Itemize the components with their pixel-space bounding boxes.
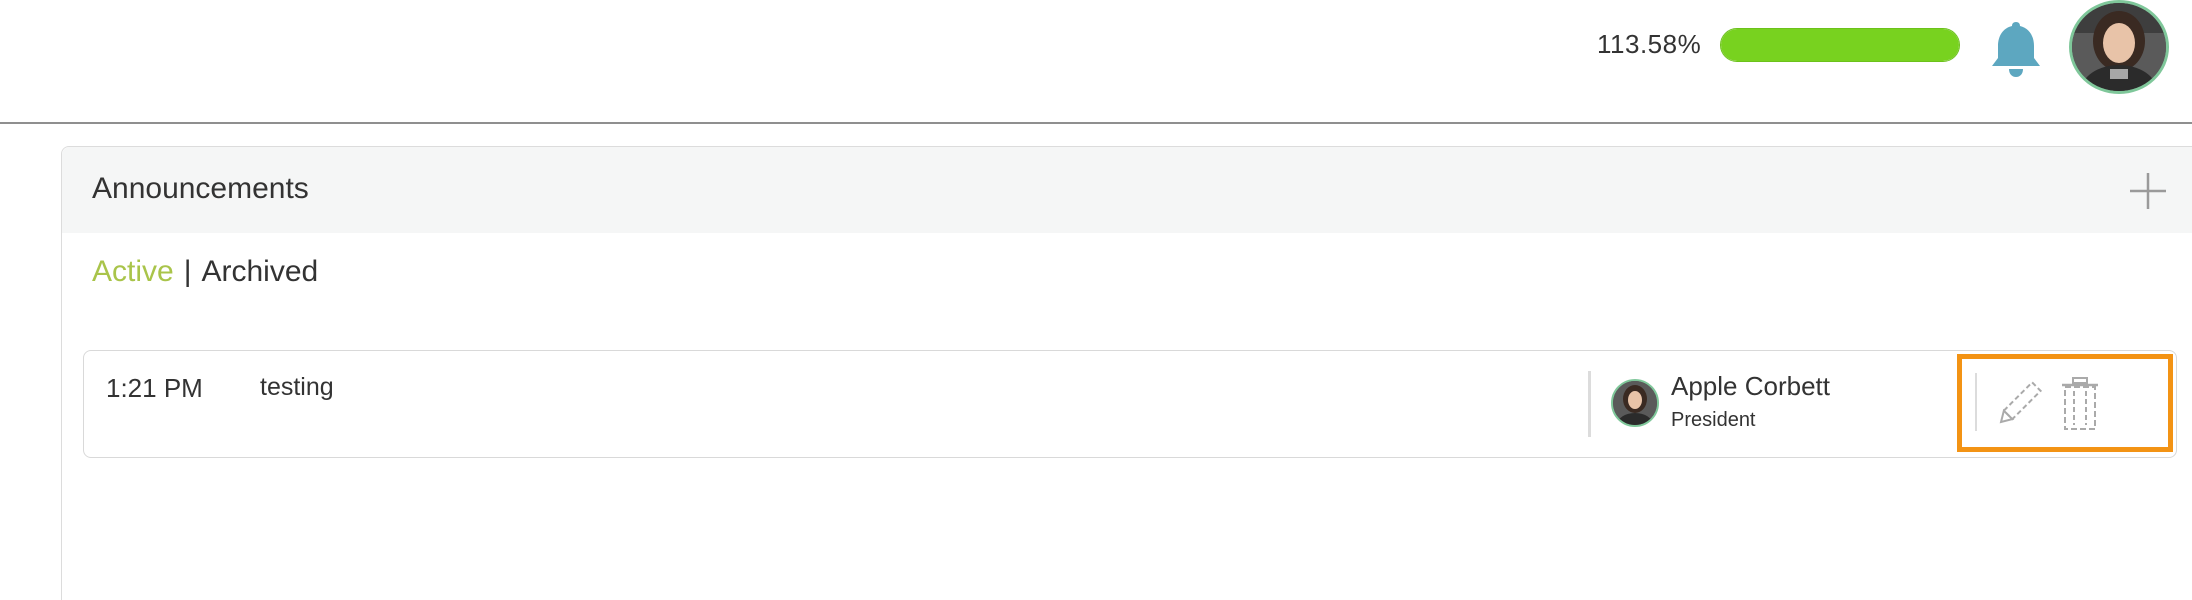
row-divider bbox=[1588, 371, 1591, 437]
action-divider bbox=[1975, 373, 1977, 431]
progress-bar-fill bbox=[1721, 29, 1959, 61]
author-avatar bbox=[1611, 379, 1659, 427]
tab-separator: | bbox=[183, 255, 192, 288]
announcement-actions bbox=[1957, 354, 2173, 452]
tab-active[interactable]: Active bbox=[92, 255, 174, 288]
user-avatar[interactable] bbox=[2069, 0, 2169, 94]
announcement-time: 1:21 PM bbox=[106, 373, 203, 403]
announcement-row[interactable]: 1:21 PM testing Apple Corbett President bbox=[83, 350, 2177, 458]
top-bar: 113.58% bbox=[0, 0, 2192, 124]
author-role: President bbox=[1671, 409, 1756, 431]
pencil-icon bbox=[1999, 380, 2043, 424]
progress-label: 113.58% bbox=[1597, 29, 1702, 59]
plus-icon bbox=[2130, 173, 2166, 209]
delete-announcement-button[interactable] bbox=[2058, 377, 2102, 431]
tab-archived[interactable]: Archived bbox=[202, 255, 319, 288]
panel-header: Announcements bbox=[62, 147, 2192, 233]
announcement-tabs: Active | Archived bbox=[92, 255, 318, 289]
add-announcement-button[interactable] bbox=[2128, 171, 2168, 211]
author-name: Apple Corbett bbox=[1671, 371, 1830, 401]
bell-icon[interactable] bbox=[1988, 18, 2044, 78]
announcement-text: testing bbox=[260, 373, 334, 401]
page: 113.58% Announcements Active | Archived … bbox=[0, 0, 2192, 600]
trash-icon bbox=[2062, 377, 2098, 430]
edit-announcement-button[interactable] bbox=[1992, 379, 2044, 431]
panel-title: Announcements bbox=[92, 172, 309, 205]
progress-bar bbox=[1720, 28, 1960, 62]
